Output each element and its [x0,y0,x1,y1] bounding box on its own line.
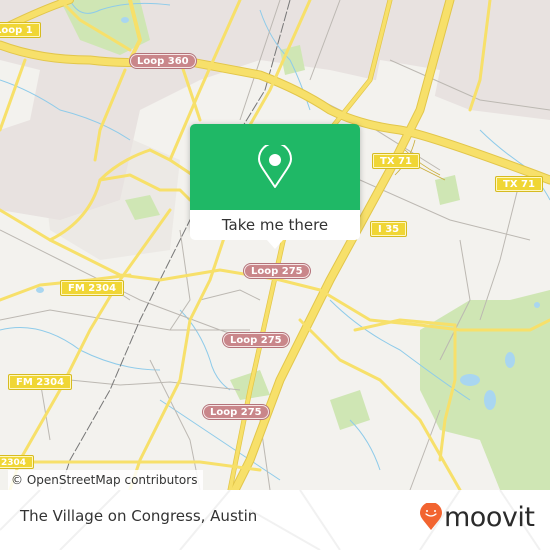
road-label-loop-275-north: Loop 275 [244,264,310,278]
popup-header [190,124,360,210]
take-me-there-button[interactable]: Take me there [190,210,360,240]
location-pin-icon [258,145,292,188]
road-label-i-35: I 35 [371,222,407,236]
map-attribution[interactable]: © OpenStreetMap contributors [8,470,204,490]
moovit-wordmark: moovit [444,501,535,533]
road-label-loop-360: Loop 360 [130,54,196,68]
map-canvas[interactable]: Loop 1 Loop 360 TX 71 TX 71 I 35 Loop 27… [0,0,550,490]
road-label-tx-71-west: TX 71 [373,154,419,168]
road-label-loop-275-mid: Loop 275 [223,333,289,347]
destination-popup[interactable]: Take me there [190,124,360,249]
place-name: The Village on Congress, Austin [20,507,258,525]
popup-pointer [267,240,283,249]
road-label-tx-71-east: TX 71 [496,177,542,191]
road-label-loop-275-south: Loop 275 [203,405,269,419]
footer-bar: The Village on Congress, Austin moovit [0,490,550,550]
road-label-fm-2304-edge: 2304 [0,456,34,468]
road-label-fm-2304-south: FM 2304 [9,375,72,389]
moovit-logo[interactable]: moovit [420,500,535,534]
moovit-pin-icon [420,503,442,530]
road-label-fm-2304-north: FM 2304 [61,281,124,295]
road-label-loop-1: Loop 1 [0,23,40,37]
